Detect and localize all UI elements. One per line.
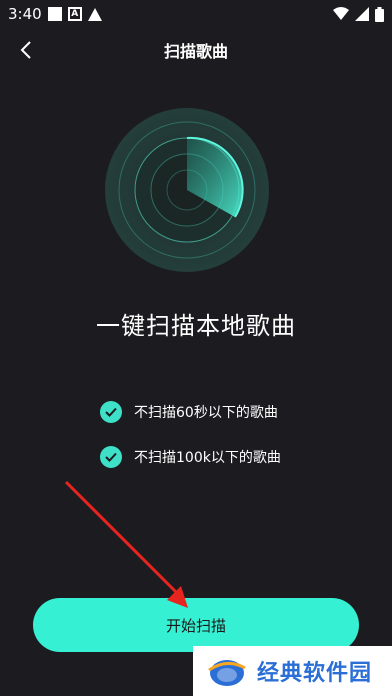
watermark-logo-icon [208,660,246,686]
status-right [333,6,384,22]
check-icon [100,446,122,468]
watermark: 经典软件园 [193,646,392,696]
watermark-text: 经典软件园 [257,661,373,686]
page-title: 扫描歌曲 [163,42,228,61]
main-heading: 一键扫描本地歌曲 [96,312,296,340]
radar-scan-icon [105,108,269,272]
battery-icon [375,6,384,22]
a-notification-icon: A [67,7,82,21]
signal-icon [355,7,369,21]
status-left: 3:40 A [8,5,102,23]
back-button[interactable] [12,36,40,64]
option-skip-small[interactable]: 不扫描100k以下的歌曲 [100,446,281,468]
wifi-icon [333,7,349,20]
chevron-left-icon [20,41,31,59]
top-bar: 扫描歌曲 [0,28,392,72]
status-time: 3:40 [8,5,42,23]
check-icon [100,401,122,423]
notification-square-icon [47,7,62,21]
warning-icon [87,7,102,21]
annotation-arrow-icon [64,480,188,608]
option-label: 不扫描100k以下的歌曲 [134,450,281,466]
start-scan-button[interactable]: 开始扫描 [33,598,359,652]
option-skip-short[interactable]: 不扫描60秒以下的歌曲 [100,401,278,423]
status-bar: 3:40 A [0,0,392,28]
option-label: 不扫描60秒以下的歌曲 [134,405,278,421]
